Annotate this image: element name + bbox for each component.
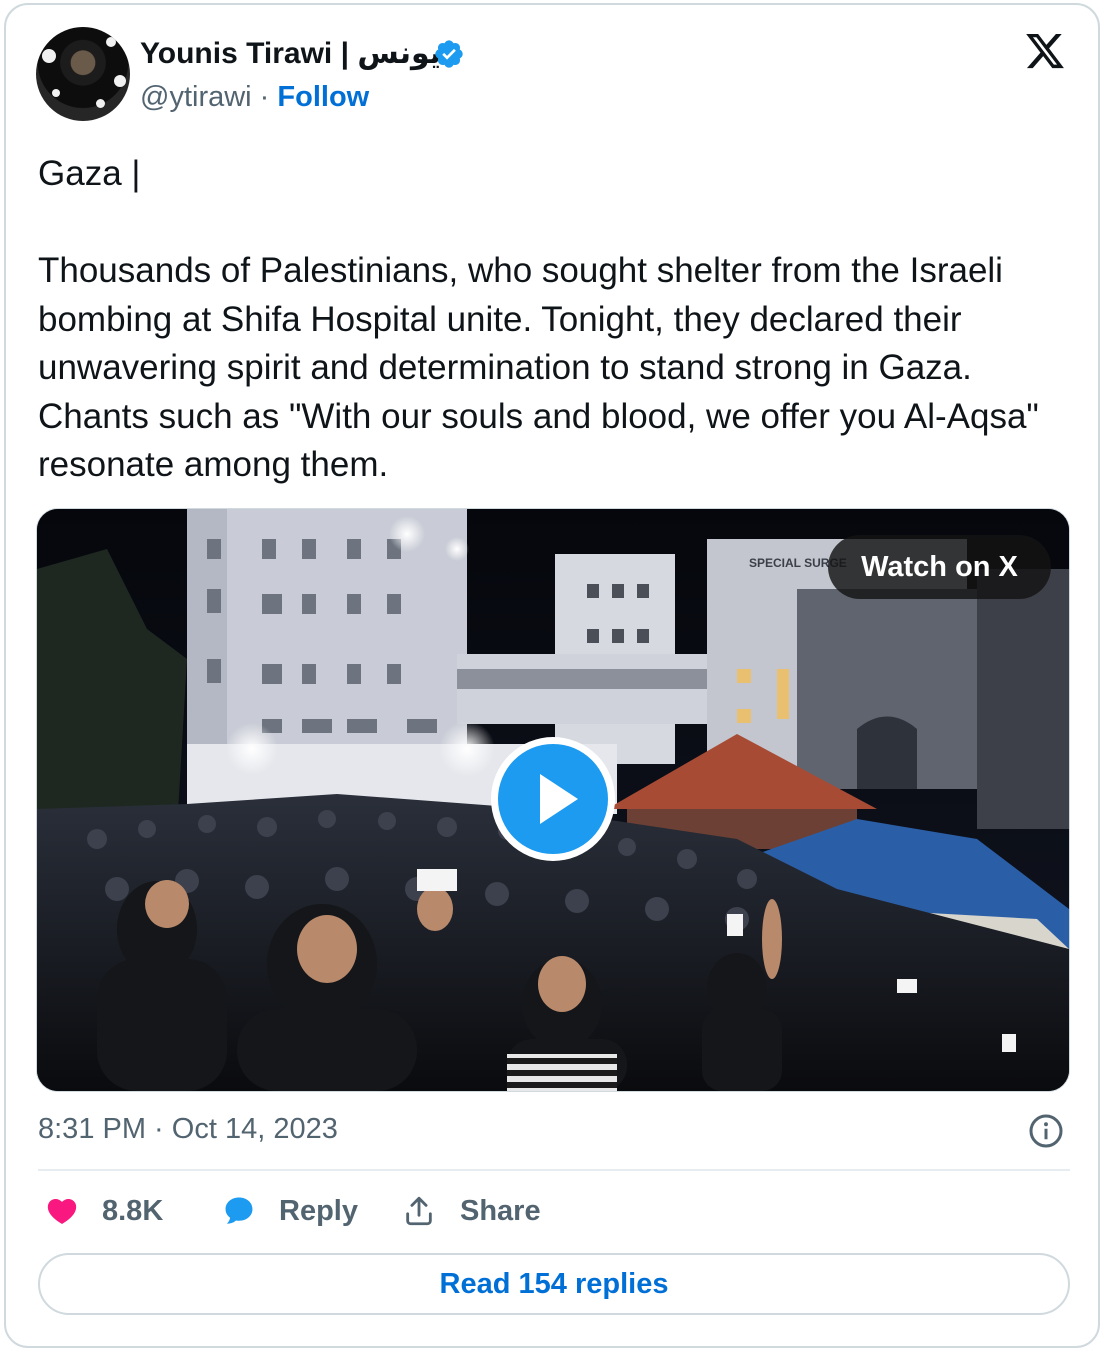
share-upload-icon bbox=[406, 1196, 432, 1226]
play-icon[interactable] bbox=[488, 734, 618, 864]
author-name[interactable]: Younis Tirawi | يونس bbox=[140, 36, 441, 71]
avatar[interactable] bbox=[36, 27, 130, 121]
reply-label: Reply bbox=[279, 1195, 358, 1227]
handle-separator: · bbox=[251, 81, 278, 113]
like-button[interactable]: 8.8K bbox=[44, 1192, 174, 1232]
handle-row: @ytirawi · Follow bbox=[140, 81, 369, 114]
info-icon[interactable] bbox=[1028, 1113, 1064, 1149]
reply-button[interactable]: Reply bbox=[220, 1192, 360, 1232]
author-handle[interactable]: @ytirawi bbox=[140, 81, 252, 113]
heart-icon bbox=[47, 1198, 77, 1224]
like-count: 8.8K bbox=[102, 1195, 164, 1227]
x-logo-icon[interactable] bbox=[1022, 30, 1068, 72]
speech-bubble-icon bbox=[225, 1197, 253, 1224]
share-button[interactable]: Share bbox=[402, 1192, 552, 1232]
verified-badge-icon bbox=[435, 40, 463, 68]
tweet-timestamp[interactable]: 8:31 PM · Oct 14, 2023 bbox=[38, 1113, 338, 1146]
divider bbox=[38, 1169, 1070, 1171]
follow-button[interactable]: Follow bbox=[277, 81, 369, 113]
tweet-text: Gaza | Thousands of Palestinians, who so… bbox=[38, 154, 1039, 484]
read-replies-button[interactable]: Read 154 replies bbox=[38, 1253, 1070, 1315]
watch-on-x-button[interactable]: Watch on X bbox=[828, 535, 1051, 599]
share-label: Share bbox=[460, 1195, 541, 1227]
